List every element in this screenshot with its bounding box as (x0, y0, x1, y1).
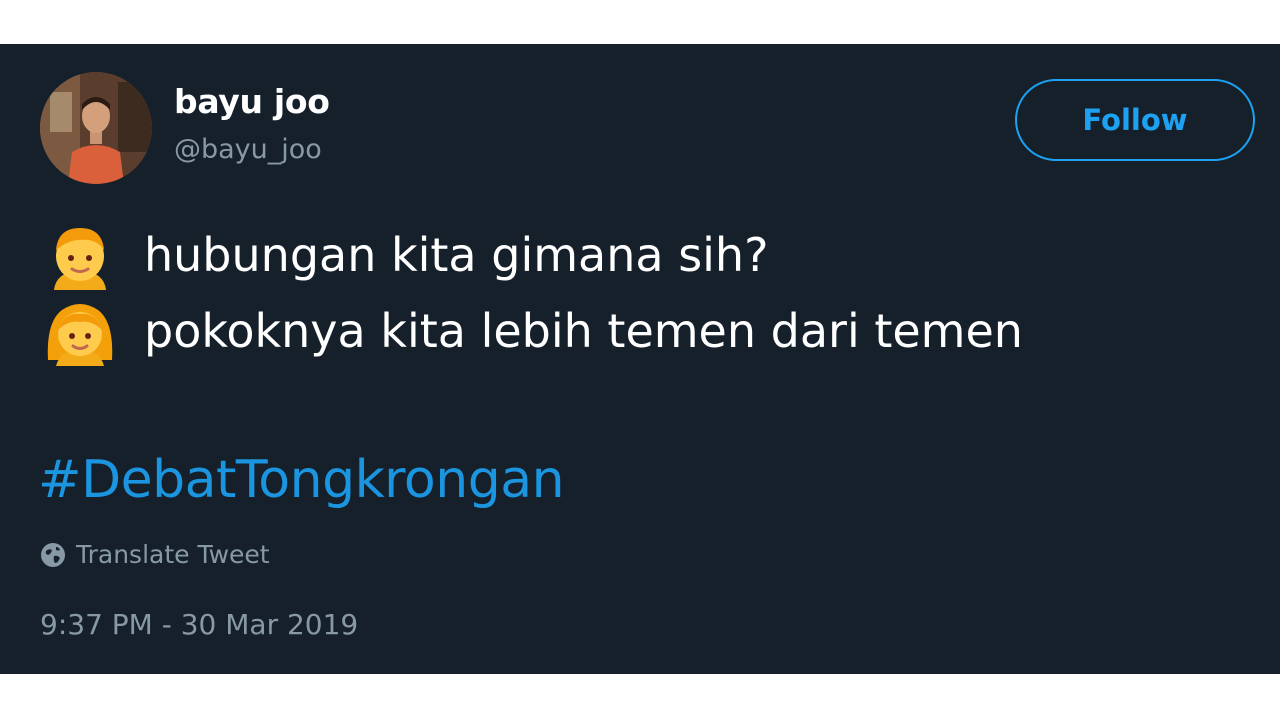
tweet-timestamp[interactable]: 9:37 PM - 30 Mar 2019 (40, 608, 358, 641)
hashtag-link[interactable]: #DebatTongkrongan (38, 450, 565, 510)
profile-photo (40, 72, 152, 184)
tweet-line: pokoknya kita lebih temen dari temen (40, 296, 1023, 366)
follow-button-label: Follow (1082, 103, 1188, 137)
translate-tweet-link[interactable]: Translate Tweet (40, 540, 270, 569)
avatar[interactable] (40, 72, 152, 184)
translate-label: Translate Tweet (76, 540, 270, 569)
boy-emoji-icon (54, 228, 106, 290)
tweet-line-text: hubungan kita gimana sih? (144, 228, 769, 282)
tweet-line-text: pokoknya kita lebih temen dari temen (144, 304, 1023, 358)
tweet-line: hubungan kita gimana sih? (40, 220, 769, 290)
girl-emoji-icon (47, 304, 113, 366)
globe-icon (41, 542, 65, 567)
user-handle[interactable]: @bayu_joo (174, 134, 322, 165)
follow-button[interactable]: Follow (1015, 79, 1255, 161)
display-name[interactable]: bayu joo (174, 82, 330, 121)
